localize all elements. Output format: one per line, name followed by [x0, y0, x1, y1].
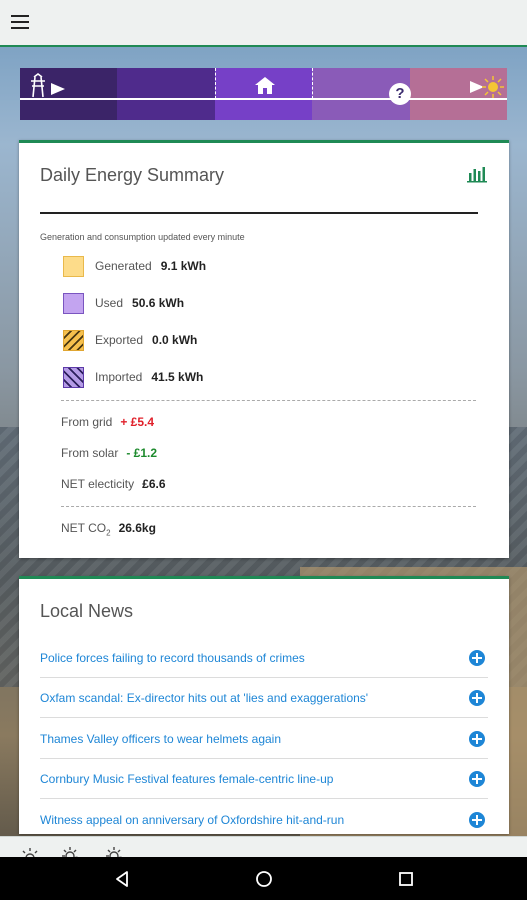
weather-strip — [0, 836, 527, 857]
from-solar-row: From solar - £1.2 — [61, 446, 157, 460]
news-item[interactable]: Police forces failing to record thousand… — [40, 638, 488, 678]
android-nav-bar — [0, 857, 527, 900]
expand-plus-icon[interactable] — [469, 770, 485, 787]
legend-imported: Imported 41.5 kWh — [63, 366, 203, 388]
home-icon[interactable] — [254, 75, 276, 95]
news-item[interactable]: Thames Valley officers to wear helmets a… — [40, 719, 488, 759]
legend-used: Used 50.6 kWh — [63, 292, 184, 314]
legend-label: Generated — [95, 259, 152, 273]
net-co2-subscript: 2 — [106, 528, 111, 538]
news-item[interactable]: Witness appeal on anniversary of Oxfords… — [40, 800, 488, 834]
news-link[interactable]: Thames Valley officers to wear helmets a… — [40, 732, 281, 746]
title-underline — [40, 212, 478, 214]
sun-cloud-icon[interactable] — [104, 846, 128, 857]
flow-divider — [215, 68, 216, 99]
home-circle-icon[interactable] — [254, 870, 274, 888]
energy-flow-bar: ? — [20, 68, 507, 120]
update-note: Generation and consumption updated every… — [40, 232, 245, 242]
from-solar-value: - £1.2 — [126, 446, 158, 460]
flow-line — [20, 98, 507, 100]
flow-segment-2 — [117, 68, 215, 120]
pylon-icon[interactable] — [25, 73, 65, 101]
legend-label: Exported — [95, 333, 144, 347]
news-item[interactable]: Cornbury Music Festival features female-… — [40, 759, 488, 799]
net-co2-row: NET CO2 26.6kg — [61, 521, 156, 537]
sun-icon[interactable] — [466, 73, 504, 101]
daily-energy-summary-card: Daily Energy Summary Generation and cons… — [19, 140, 509, 558]
news-link[interactable]: Cornbury Music Festival features female-… — [40, 772, 333, 786]
help-icon[interactable]: ? — [389, 83, 411, 105]
legend-exported: Exported 0.0 kWh — [63, 329, 197, 351]
net-electricity-label: NET electicity — [61, 477, 135, 491]
expand-plus-icon[interactable] — [469, 811, 485, 828]
summary-title: Daily Energy Summary — [40, 165, 225, 185]
from-grid-value: + £5.4 — [120, 415, 155, 429]
sun-icon[interactable] — [18, 846, 42, 857]
news-title: Local News — [40, 601, 134, 621]
net-co2-label-text: NET CO — [61, 521, 107, 535]
flow-divider — [312, 68, 313, 99]
expand-plus-icon[interactable] — [469, 649, 485, 666]
back-icon[interactable] — [112, 870, 132, 888]
app-bar — [0, 0, 527, 47]
legend-label: Used — [95, 296, 124, 310]
legend-value: 0.0 kWh — [152, 333, 198, 347]
news-link[interactable]: Police forces failing to record thousand… — [40, 651, 305, 665]
news-item[interactable]: Oxfam scandal: Ex-director hits out at '… — [40, 678, 488, 718]
imported-swatch — [63, 366, 84, 388]
legend-generated: Generated 9.1 kWh — [63, 255, 206, 277]
legend-value: 9.1 kWh — [160, 259, 207, 273]
recents-icon[interactable] — [396, 870, 416, 888]
net-co2-label: NET CO2 — [61, 521, 111, 537]
net-electricity-value: £6.6 — [142, 477, 166, 491]
hamburger-menu-icon[interactable] — [11, 15, 29, 31]
expand-plus-icon[interactable] — [469, 689, 485, 706]
exported-swatch — [63, 329, 84, 351]
from-solar-label: From solar — [61, 446, 119, 460]
generated-swatch — [63, 255, 84, 277]
divider — [61, 400, 476, 401]
news-link[interactable]: Witness appeal on anniversary of Oxfords… — [40, 813, 344, 827]
used-swatch — [63, 292, 84, 314]
legend-label: Imported — [95, 370, 143, 384]
net-co2-value: 26.6kg — [118, 521, 156, 535]
divider — [61, 506, 476, 507]
legend-value: 50.6 kWh — [132, 296, 185, 310]
legend-value: 41.5 kWh — [151, 370, 204, 384]
expand-plus-icon[interactable] — [469, 730, 485, 747]
bar-chart-icon[interactable] — [467, 165, 487, 183]
sun-cloud-icon[interactable] — [60, 846, 84, 857]
from-grid-row: From grid + £5.4 — [61, 415, 154, 429]
news-link[interactable]: Oxfam scandal: Ex-director hits out at '… — [40, 691, 368, 705]
local-news-card: Local News Police forces failing to reco… — [19, 576, 509, 834]
net-electricity-row: NET electicity £6.6 — [61, 477, 166, 491]
from-grid-label: From grid — [61, 415, 113, 429]
